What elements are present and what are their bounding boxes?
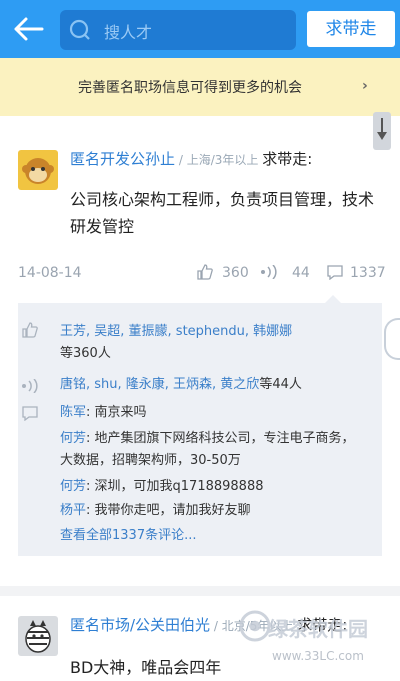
- author-meta: / 上海/3年以上: [175, 153, 263, 167]
- forward-icon: [22, 379, 38, 393]
- search-placeholder: 搜人才: [104, 23, 153, 42]
- likers-count: 等360人: [60, 346, 111, 361]
- comment-text: : 南京来吗: [86, 405, 147, 420]
- top-bar: 搜人才 求带走: [0, 0, 400, 58]
- post-date: 14-08-14: [18, 265, 82, 281]
- forwarders-names[interactable]: 唐铭, shu, 隆永康, 王炳森, 黄之欣: [60, 377, 259, 392]
- post-stats: 14-08-14 360 44 1337: [0, 262, 400, 286]
- author-name[interactable]: 匿名开发公孙止: [70, 150, 175, 168]
- like-icon[interactable]: [196, 263, 214, 281]
- view-all-comments-link[interactable]: 查看全部1337条评论...: [60, 525, 360, 547]
- comment-text: : 我带你走吧，请加我好友聊: [86, 503, 251, 518]
- chevron-right-icon: ›: [362, 78, 368, 94]
- watermark-url: www.33LC.com: [272, 649, 364, 663]
- comment-author[interactable]: 何芳: [60, 479, 86, 494]
- post-header: 匿名开发公孙止 / 上海/3年以上 求带走:: [70, 148, 312, 169]
- search-input[interactable]: 搜人才: [60, 10, 296, 50]
- author-name[interactable]: 匿名市场/公关田伯光: [70, 616, 210, 634]
- comment-text: : 地产集团旗下网络科技公司，专注电子商务，大数据，招聘架构师，30-50万: [60, 431, 355, 468]
- side-pull-tab[interactable]: [384, 318, 400, 360]
- avatar[interactable]: [18, 150, 58, 190]
- comment-item[interactable]: 何芳: 深圳，可加我q1718898888: [60, 476, 360, 498]
- section-divider: [0, 586, 400, 596]
- watermark: 绿茶软件园 www.33LC.com: [238, 605, 398, 679]
- like-icon: [22, 322, 38, 338]
- comment-icon: [22, 406, 38, 421]
- post-content: 公司核心架构工程师，负责项目管理，技术研发管控: [70, 190, 375, 236]
- comment-author[interactable]: 杨平: [60, 503, 86, 518]
- avatar[interactable]: [18, 616, 58, 656]
- comment-author[interactable]: 何芳: [60, 431, 86, 446]
- likers-list: 王芳, 吴超, 董振朦, stephendu, 韩娜娜 等360人: [60, 321, 360, 365]
- comment-text: : 深圳，可加我q1718898888: [86, 479, 264, 494]
- profile-banner[interactable]: 完善匿名职场信息可得到更多的机会 ›: [0, 58, 400, 116]
- scroll-down-handle[interactable]: [373, 112, 391, 150]
- watermark-logo-icon: [239, 610, 271, 642]
- comment-item[interactable]: 何芳: 地产集团旗下网络科技公司，专注电子商务，大数据，招聘架构师，30-50万: [60, 428, 360, 472]
- forward-icon[interactable]: [260, 265, 280, 279]
- banner-text: 完善匿名职场信息可得到更多的机会: [78, 80, 302, 96]
- hire-me-button[interactable]: 求带走: [307, 11, 395, 47]
- comment-count: 1337: [350, 265, 386, 281]
- forwarders-list: 唐铭, shu, 隆永康, 王炳森, 黄之欣等44人: [60, 374, 360, 396]
- watermark-text: 绿茶软件园: [268, 617, 368, 641]
- likers-names[interactable]: 王芳, 吴超, 董振朦, stephendu, 韩娜娜: [60, 324, 292, 339]
- comment-panel-pointer: [325, 295, 341, 303]
- comment-author[interactable]: 陈军: [60, 405, 86, 420]
- forwarders-count: 等44人: [259, 377, 302, 392]
- search-icon: [69, 19, 90, 40]
- back-arrow-icon[interactable]: [12, 14, 44, 44]
- forward-count: 44: [292, 265, 310, 281]
- like-count: 360: [222, 265, 249, 281]
- comment-icon[interactable]: [326, 264, 344, 280]
- comment-item[interactable]: 陈军: 南京来吗: [60, 402, 360, 424]
- comment-item[interactable]: 杨平: 我带你走吧，请加我好友聊: [60, 500, 360, 522]
- post-action: 求带走:: [262, 150, 313, 168]
